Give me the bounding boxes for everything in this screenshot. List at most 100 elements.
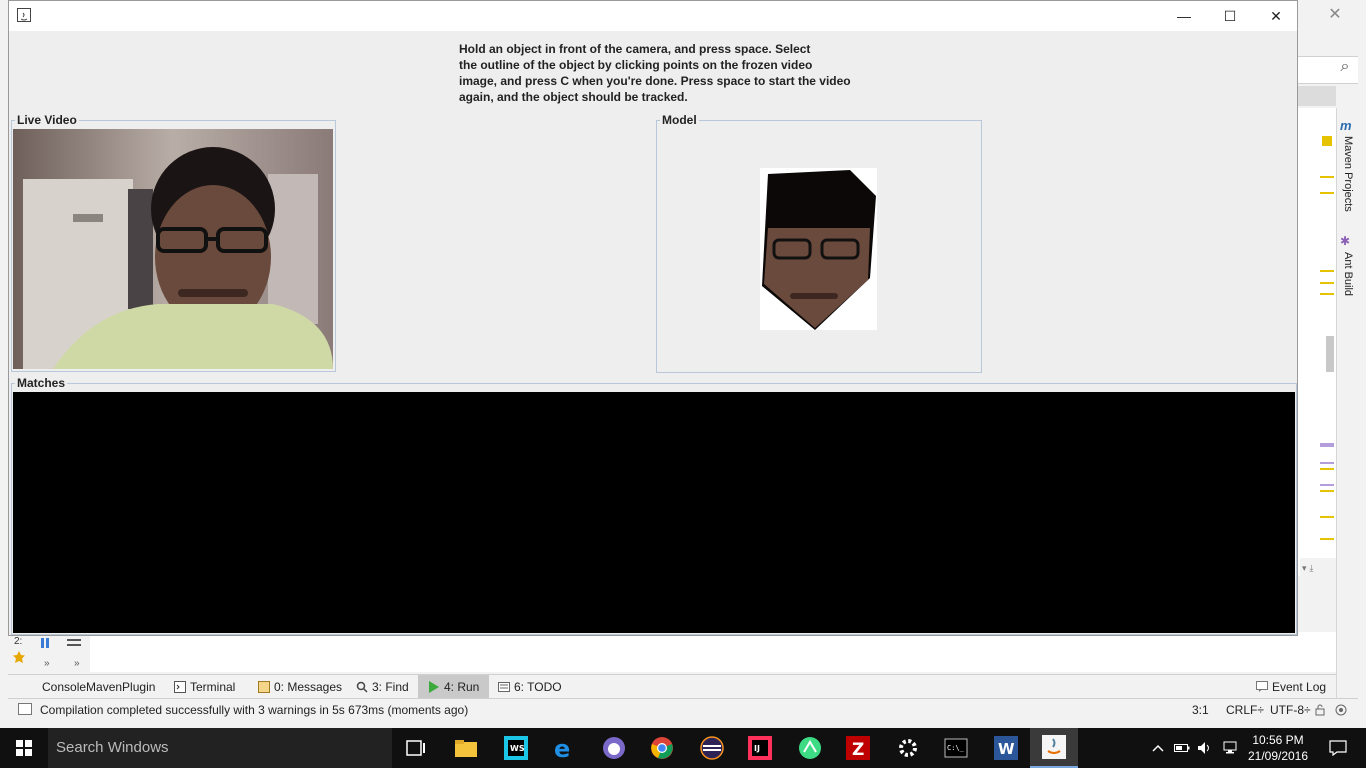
- svg-text:W: W: [998, 740, 1015, 758]
- battery-icon[interactable]: [1172, 728, 1192, 768]
- task-view-icon[interactable]: [392, 728, 440, 768]
- svg-text:▾ ⤓: ▾ ⤓: [1302, 564, 1313, 574]
- tool-window-bar: ConsoleMavenPlugin Terminal 0: Messages …: [8, 674, 1336, 699]
- settings-icon[interactable]: [884, 728, 932, 768]
- maximize-button[interactable]: ☐: [1207, 1, 1253, 31]
- pause-icon[interactable]: [40, 636, 50, 648]
- todo-icon: [498, 677, 510, 692]
- instruction-line: Hold an object in front of the camera, a…: [459, 42, 811, 56]
- tab-messages[interactable]: 0: Messages: [258, 675, 342, 699]
- error-stripe-marker[interactable]: [1320, 270, 1334, 272]
- chrome-icon[interactable]: [638, 728, 686, 768]
- network-icon[interactable]: [1218, 728, 1242, 768]
- error-stripe-marker[interactable]: [1320, 192, 1334, 194]
- instruction-line: image, and press C when you're done. Pre…: [459, 74, 851, 88]
- svg-text:Z: Z: [852, 740, 864, 760]
- event-log-button[interactable]: Event Log: [1256, 675, 1326, 699]
- tab-label: 4: Run: [444, 680, 480, 694]
- maven-icon[interactable]: m: [1340, 118, 1354, 133]
- file-explorer-icon[interactable]: [442, 728, 490, 768]
- github-icon[interactable]: [590, 728, 638, 768]
- edge-icon[interactable]: e: [540, 728, 588, 768]
- model-title: Model: [660, 113, 699, 127]
- matches-canvas[interactable]: [13, 392, 1295, 633]
- error-stripe-marker[interactable]: [1320, 538, 1334, 540]
- action-center-icon[interactable]: [1318, 728, 1358, 768]
- eclipse-icon[interactable]: [688, 728, 736, 768]
- error-stripe-marker[interactable]: [1320, 490, 1334, 492]
- error-stripe-marker[interactable]: [1320, 293, 1334, 295]
- tab-label: 0: Messages: [274, 680, 343, 694]
- instruction-line: again, and the object should be tracked.: [459, 90, 688, 104]
- error-stripe-marker[interactable]: [1320, 282, 1334, 284]
- editor-scrollbar-thumb[interactable]: [1326, 336, 1334, 372]
- search-icon[interactable]: ⌕: [1336, 58, 1354, 76]
- taskbar: Search Windows WS e IJ Z C:\_ W 10:56 PM…: [0, 728, 1366, 768]
- error-stripe-marker[interactable]: [1320, 484, 1334, 486]
- close-button[interactable]: ✕: [1253, 1, 1299, 31]
- lock-icon[interactable]: [1314, 704, 1326, 716]
- tab-label: ConsoleMavenPlugin: [42, 680, 156, 694]
- error-stripe-marker[interactable]: [1320, 516, 1334, 518]
- error-stripe-marker[interactable]: [1320, 176, 1334, 178]
- ant-icon[interactable]: ✱: [1340, 234, 1354, 248]
- ide-editor-header: [1298, 86, 1336, 106]
- start-button[interactable]: [0, 728, 48, 768]
- status-message: Compilation completed successfully with …: [40, 703, 469, 717]
- messages-icon: [258, 677, 270, 693]
- run-console-area[interactable]: [90, 632, 1336, 672]
- run-icon: [428, 677, 440, 693]
- title-bar: — ☐ ✕: [9, 1, 1297, 31]
- tab-run[interactable]: 4: Run: [418, 675, 490, 699]
- model-image[interactable]: [760, 168, 877, 330]
- tab-find[interactable]: 3: Find: [356, 675, 409, 699]
- clock-date: 21/09/2016: [1247, 749, 1309, 763]
- ide-close-icon[interactable]: ✕: [1326, 6, 1344, 24]
- warning-marker[interactable]: [1322, 136, 1332, 146]
- system-clock[interactable]: 10:56 PM 21/09/2016: [1246, 732, 1310, 764]
- expand-left-icon[interactable]: »: [44, 658, 58, 670]
- instruction-line: the outline of the object by clicking po…: [459, 58, 813, 72]
- status-bar: Compilation completed successfully with …: [8, 698, 1358, 721]
- error-stripe-marker[interactable]: [1320, 443, 1334, 447]
- error-stripe-marker[interactable]: [1320, 462, 1334, 464]
- volume-icon[interactable]: [1194, 728, 1216, 768]
- show-hidden-icons-icon[interactable]: [1148, 728, 1168, 768]
- toggle-tool-windows-icon[interactable]: [18, 703, 32, 715]
- taskbar-search[interactable]: Search Windows: [48, 728, 392, 768]
- ant-build-tab[interactable]: Ant Build: [1338, 252, 1354, 312]
- java-app-icon[interactable]: [1030, 728, 1078, 768]
- command-prompt-icon[interactable]: C:\_: [932, 728, 980, 768]
- filezilla-icon[interactable]: Z: [834, 728, 882, 768]
- instructions-text: Hold an object in front of the camera, a…: [459, 41, 879, 105]
- line-separator[interactable]: CRLF÷: [1226, 699, 1264, 721]
- tab-terminal[interactable]: Terminal: [174, 675, 235, 699]
- word-icon[interactable]: W: [982, 728, 1030, 768]
- event-log-icon: [1256, 677, 1268, 692]
- ide-top-strip: [1298, 30, 1366, 56]
- run-toolbar-left: 2: » »: [8, 632, 91, 672]
- star-icon[interactable]: [12, 650, 26, 664]
- tab-label: 3: Find: [372, 680, 409, 694]
- svg-text:C:\_: C:\_: [947, 744, 965, 752]
- matches-title: Matches: [15, 376, 68, 390]
- intellij-icon[interactable]: IJ: [736, 728, 784, 768]
- live-video-title: Live Video: [15, 113, 79, 127]
- terminal-icon: [174, 677, 186, 693]
- expand-right-icon[interactable]: »: [74, 658, 88, 670]
- minimize-button[interactable]: —: [1161, 1, 1207, 31]
- hector-icon[interactable]: [1334, 703, 1348, 717]
- file-encoding[interactable]: UTF-8÷: [1270, 699, 1311, 721]
- webstorm-icon[interactable]: WS: [492, 728, 540, 768]
- error-stripe-marker[interactable]: [1320, 468, 1334, 470]
- java-window-icon[interactable]: [17, 8, 31, 22]
- favorites-tab-label[interactable]: 2:: [14, 636, 26, 648]
- live-video-feed[interactable]: [13, 129, 333, 369]
- cursor-position[interactable]: 3:1: [1192, 699, 1209, 721]
- tab-console-maven-plugin[interactable]: ConsoleMavenPlugin: [42, 675, 155, 699]
- maven-projects-tab[interactable]: Maven Projects: [1338, 136, 1354, 226]
- tab-todo[interactable]: 6: TODO: [498, 675, 562, 699]
- settings-small-icon[interactable]: [66, 636, 82, 648]
- android-studio-icon[interactable]: [786, 728, 834, 768]
- app-window: — ☐ ✕ Hold an object in front of the cam…: [8, 0, 1298, 636]
